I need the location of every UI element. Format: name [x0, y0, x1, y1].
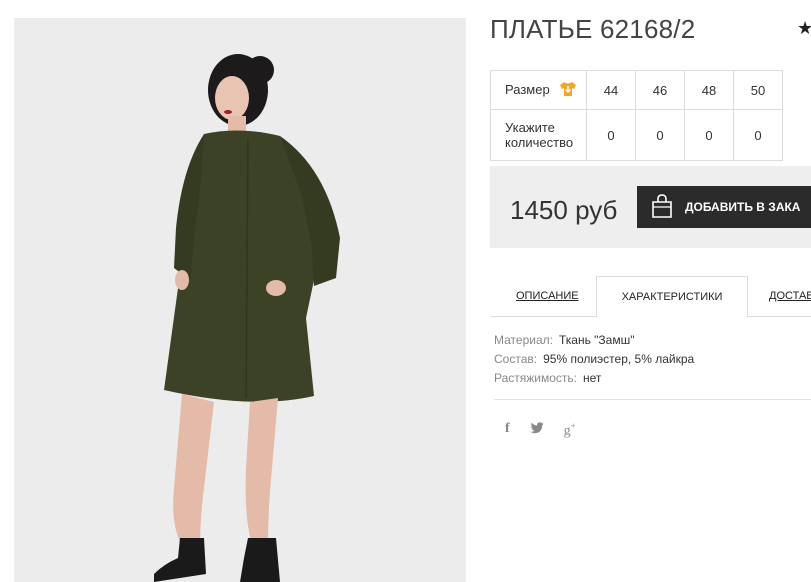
- spec-key: Растяжимость:: [494, 371, 578, 385]
- quantity-label-line2: количество: [505, 135, 574, 150]
- spec-value: 95% полиэстер, 5% лайкра: [543, 352, 695, 366]
- tab-delivery[interactable]: ДОСТАВ: [769, 276, 811, 316]
- divider: [494, 399, 811, 400]
- spec-value: нет: [583, 371, 602, 385]
- size-row: Размер 44 46 48 50: [490, 70, 783, 110]
- size-label: Размер: [505, 81, 550, 97]
- quantity-label: Укажите количество: [490, 109, 587, 161]
- specs-list: Материал: Ткань "Замш" Состав: 95% полиэст…: [494, 331, 694, 388]
- size-table: Размер 44 46 48 50 Укажите количество 0 …: [490, 70, 783, 161]
- star-icon[interactable]: ★: [797, 18, 811, 39]
- product-price: 1450 руб: [510, 195, 618, 225]
- google-plus-icon[interactable]: g+: [564, 421, 576, 440]
- shirt-icon[interactable]: [559, 81, 577, 100]
- quantity-label-line1: Укажите: [505, 120, 555, 135]
- add-to-order-label: ДОБАВИТЬ В ЗАКА: [685, 200, 801, 214]
- quantity-row: Укажите количество 0 0 0 0: [490, 109, 783, 161]
- spec-row: Состав: 95% полиэстер, 5% лайкра: [494, 350, 694, 369]
- spec-row: Растяжимость: нет: [494, 369, 694, 388]
- social-share: f g+: [505, 421, 576, 440]
- size-48: 48: [684, 70, 734, 110]
- product-image[interactable]: [14, 18, 466, 582]
- size-50: 50: [733, 70, 783, 110]
- quantity-input-44[interactable]: 0: [586, 109, 636, 161]
- shopping-bag-icon: [649, 193, 675, 222]
- spec-key: Материал:: [494, 333, 553, 347]
- product-title: ПЛАТЬЕ 62168/2: [490, 14, 696, 44]
- quantity-input-46[interactable]: 0: [635, 109, 685, 161]
- tab-characteristics[interactable]: ХАРАКТЕРИСТИКИ: [596, 276, 748, 318]
- price-block: 1450 руб ДОБАВИТЬ В ЗАКА: [490, 166, 811, 248]
- facebook-icon[interactable]: f: [505, 421, 510, 440]
- quantity-input-50[interactable]: 0: [733, 109, 783, 161]
- size-46: 46: [635, 70, 685, 110]
- spec-row: Материал: Ткань "Замш": [494, 331, 694, 350]
- twitter-icon[interactable]: [530, 421, 544, 440]
- tab-description[interactable]: ОПИСАНИЕ: [516, 276, 579, 316]
- quantity-input-48[interactable]: 0: [684, 109, 734, 161]
- spec-key: Состав:: [494, 352, 538, 366]
- size-label-cell: Размер: [490, 70, 587, 110]
- add-to-order-button[interactable]: ДОБАВИТЬ В ЗАКА: [637, 186, 811, 228]
- size-44: 44: [586, 70, 636, 110]
- product-tabs: ОПИСАНИЕ ХАРАКТЕРИСТИКИ ДОСТАВ: [490, 276, 811, 318]
- spec-value: Ткань "Замш": [558, 333, 635, 347]
